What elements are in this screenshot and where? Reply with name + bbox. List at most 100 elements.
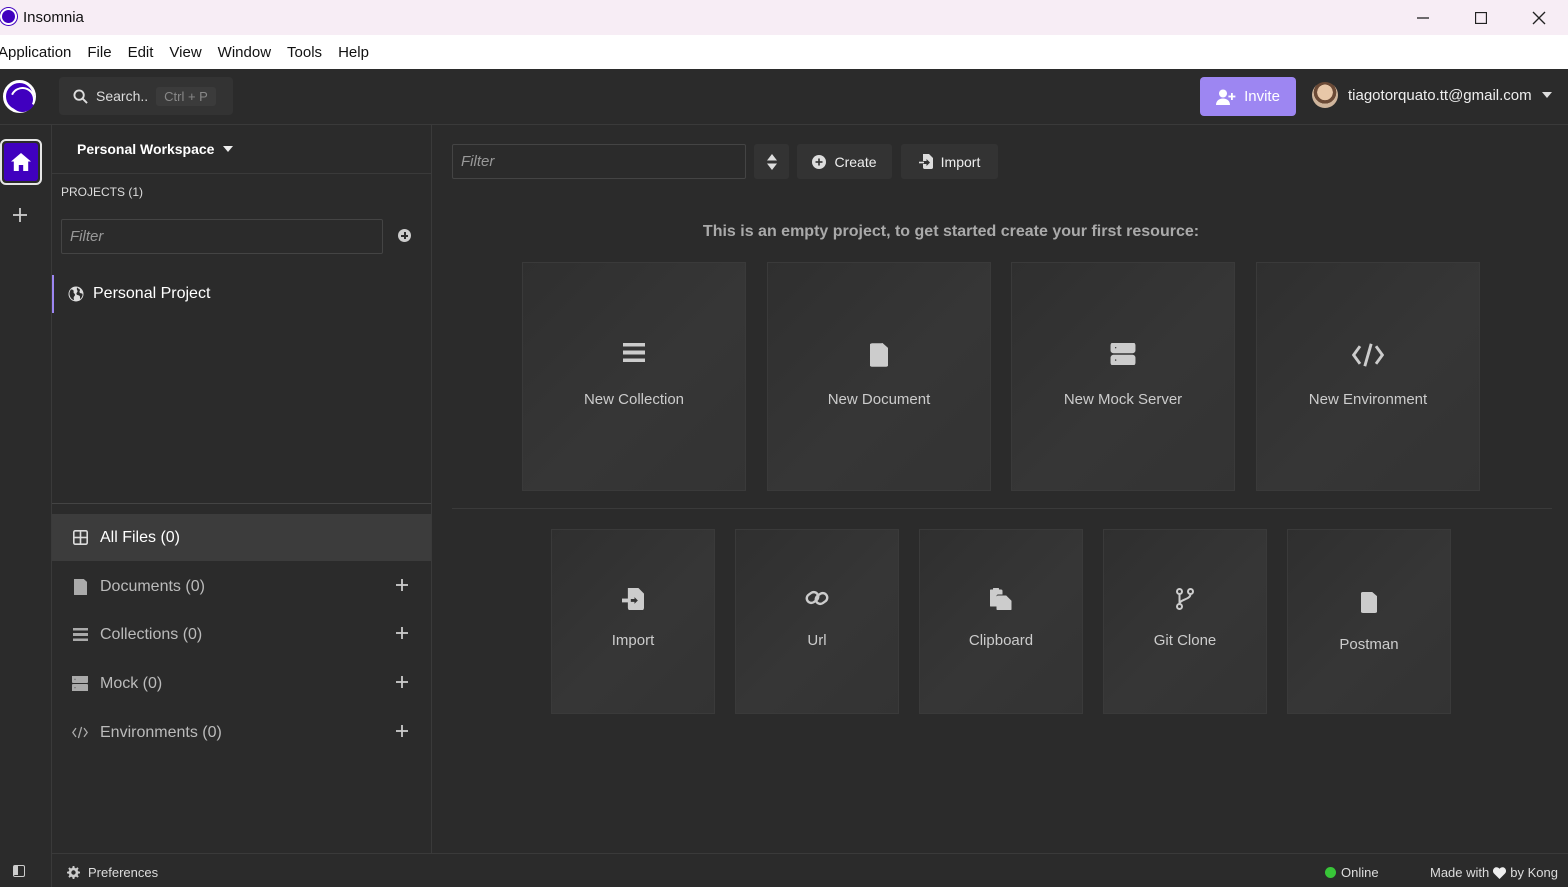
heart-icon bbox=[1493, 866, 1507, 879]
empty-project-message: This is an empty project, to get started… bbox=[702, 223, 1200, 240]
search-icon bbox=[73, 88, 88, 104]
card-label: Url bbox=[807, 632, 827, 649]
sidebar-toggle-icon[interactable] bbox=[13, 865, 25, 877]
server-icon bbox=[72, 676, 88, 692]
sort-button[interactable] bbox=[754, 144, 789, 179]
menu-tools[interactable]: Tools bbox=[287, 44, 322, 61]
workspace-dropdown[interactable]: Personal Workspace bbox=[77, 141, 234, 157]
new-environment-card[interactable]: New Environment bbox=[1256, 262, 1480, 491]
sidebar-item-label: Collections (0) bbox=[100, 625, 203, 643]
minimize-icon bbox=[1417, 16, 1429, 19]
window-titlebar: Insomnia bbox=[0, 0, 1568, 35]
sidebar-item-label: All Files (0) bbox=[100, 528, 181, 546]
status-dot-icon bbox=[1325, 867, 1336, 878]
menu-file[interactable]: File bbox=[87, 44, 111, 61]
made-with-credit: Made with by Kong bbox=[1430, 865, 1558, 880]
import-button[interactable]: Import bbox=[901, 144, 998, 179]
preferences-button[interactable]: Preferences bbox=[67, 865, 158, 880]
grid-icon bbox=[72, 530, 88, 546]
card-label: Import bbox=[611, 632, 655, 649]
add-mock-button[interactable] bbox=[395, 675, 409, 689]
new-mock-server-card[interactable]: New Mock Server bbox=[1011, 262, 1235, 491]
add-project-icon[interactable] bbox=[398, 229, 411, 242]
user-menu[interactable]: tiagotorquato.tt@gmail.com bbox=[1312, 82, 1552, 108]
invite-button[interactable]: Invite bbox=[1200, 77, 1296, 116]
workspace-name: Personal Workspace bbox=[77, 141, 215, 157]
add-collection-button[interactable] bbox=[395, 626, 409, 640]
new-document-card[interactable]: New Document bbox=[767, 262, 991, 491]
maximize-button[interactable] bbox=[1452, 0, 1510, 35]
import-file-card[interactable]: Import bbox=[551, 529, 715, 714]
chevron-down-icon bbox=[1541, 92, 1552, 98]
sidebar-item-all-files[interactable]: All Files (0) bbox=[52, 514, 431, 561]
divider bbox=[52, 173, 431, 174]
insomnia-logo-icon[interactable] bbox=[3, 80, 36, 113]
import-label: Import bbox=[940, 153, 981, 170]
sidebar-item-documents[interactable]: Documents (0) bbox=[52, 563, 431, 610]
sidebar-item-label: Documents (0) bbox=[100, 577, 205, 595]
window-title: Insomnia bbox=[23, 9, 84, 26]
link-icon bbox=[736, 588, 898, 608]
card-label: Clipboard bbox=[968, 632, 1034, 649]
add-environment-button[interactable] bbox=[395, 724, 409, 738]
resource-filter-input[interactable] bbox=[452, 144, 746, 179]
menu-view[interactable]: View bbox=[169, 44, 201, 61]
minimize-button[interactable] bbox=[1394, 0, 1452, 35]
home-button[interactable] bbox=[0, 139, 42, 185]
menu-application[interactable]: Application bbox=[0, 44, 71, 61]
invite-label: Invite bbox=[1244, 88, 1280, 105]
code-icon bbox=[72, 725, 88, 741]
menu-window[interactable]: Window bbox=[218, 44, 271, 61]
plus-circle-icon bbox=[812, 154, 827, 169]
divider bbox=[52, 503, 431, 504]
document-icon bbox=[1288, 592, 1450, 613]
new-collection-card[interactable]: New Collection bbox=[522, 262, 746, 491]
search-button[interactable]: Search.. Ctrl + P bbox=[59, 77, 233, 115]
app-header: Search.. Ctrl + P Invite tiagotorquato.t… bbox=[0, 69, 1568, 125]
main-content: Create Import This is an empty project, … bbox=[432, 125, 1568, 853]
connection-status: Online bbox=[1325, 865, 1379, 880]
sidebar-item-label: Mock (0) bbox=[100, 674, 163, 692]
made-with-suffix: by Kong bbox=[1510, 865, 1558, 880]
made-with-prefix: Made with bbox=[1430, 865, 1490, 880]
git-branch-icon bbox=[1104, 588, 1266, 610]
user-email: tiagotorquato.tt@gmail.com bbox=[1348, 86, 1532, 104]
sidebar-item-environments[interactable]: Environments (0) bbox=[52, 709, 431, 756]
sidebar-item-mock[interactable]: Mock (0) bbox=[52, 660, 431, 707]
project-item-personal[interactable]: Personal Project bbox=[52, 275, 431, 313]
project-filter-input[interactable] bbox=[61, 219, 383, 254]
menu-help[interactable]: Help bbox=[338, 44, 369, 61]
import-postman-card[interactable]: Postman bbox=[1287, 529, 1451, 714]
close-icon bbox=[1532, 11, 1546, 24]
globe-icon bbox=[68, 286, 84, 302]
card-label: New Collection bbox=[583, 391, 685, 408]
sidebar-item-collections[interactable]: Collections (0) bbox=[52, 611, 431, 658]
menu-edit[interactable]: Edit bbox=[128, 44, 154, 61]
add-document-button[interactable] bbox=[395, 578, 409, 592]
list-icon bbox=[72, 627, 88, 643]
insomnia-logo-icon bbox=[0, 8, 17, 25]
menu-bar: Application File Edit View Window Tools … bbox=[0, 35, 1568, 69]
status-label: Online bbox=[1341, 865, 1379, 880]
project-sidebar: Personal Workspace PROJECTS (1) Personal… bbox=[52, 125, 432, 853]
clipboard-icon bbox=[920, 588, 1082, 610]
status-bar: Preferences Online Made with by Kong bbox=[52, 853, 1568, 887]
caret-down-icon bbox=[223, 146, 234, 152]
sidebar-item-label: Environments (0) bbox=[100, 723, 222, 741]
close-button[interactable] bbox=[1510, 0, 1568, 35]
project-name: Personal Project bbox=[93, 285, 211, 302]
preferences-label: Preferences bbox=[88, 865, 159, 880]
import-url-card[interactable]: Url bbox=[735, 529, 899, 714]
git-clone-card[interactable]: Git Clone bbox=[1103, 529, 1267, 714]
import-clipboard-card[interactable]: Clipboard bbox=[919, 529, 1083, 714]
create-button[interactable]: Create bbox=[797, 144, 892, 179]
file-import-icon bbox=[552, 588, 714, 610]
search-shortcut: Ctrl + P bbox=[156, 86, 216, 106]
document-icon bbox=[72, 578, 88, 595]
navigation-rail bbox=[0, 125, 52, 887]
file-import-icon bbox=[918, 154, 933, 169]
card-label: Postman bbox=[1339, 636, 1399, 653]
add-organization-button[interactable] bbox=[10, 205, 30, 225]
code-icon bbox=[1257, 343, 1479, 367]
avatar bbox=[1312, 82, 1338, 108]
